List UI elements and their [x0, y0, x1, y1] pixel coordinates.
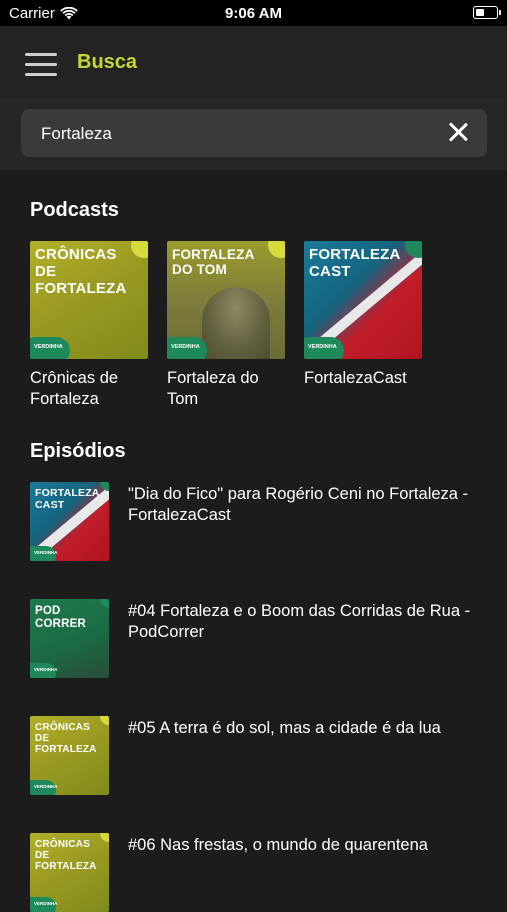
battery-fill — [476, 9, 484, 16]
nav-bar: Busca — [0, 26, 507, 98]
search-bar — [0, 98, 507, 170]
cover-title: FORTALEZA DO TOM — [172, 247, 255, 278]
cover-title: CRÔNICAS DE FORTALEZA — [35, 246, 127, 297]
clock: 9:06 AM — [225, 5, 282, 22]
podcasts-heading: Podcasts — [30, 199, 119, 221]
podcast-cover-image: CRÔNICAS DE FORTALEZA VERDINHA — [30, 241, 148, 359]
podcast-card[interactable]: FORTALEZA CAST VERDINHA FortalezaCast — [304, 241, 422, 389]
battery-icon — [473, 6, 501, 19]
cover-title: FORTALEZA CAST — [35, 487, 100, 511]
search-input[interactable] — [39, 109, 423, 159]
status-bar: Carrier 9:06 AM — [0, 0, 507, 26]
cover-brand: VERDINHA — [34, 901, 58, 906]
podcast-name: Fortaleza do Tom — [167, 369, 259, 408]
cover-brand: VERDINHA — [34, 550, 58, 555]
podcast-card[interactable]: CRÔNICAS DE FORTALEZA VERDINHA Crônicas … — [30, 241, 148, 410]
hamburger-menu-icon[interactable] — [25, 53, 57, 77]
episode-cover-image: FORTALEZA CAST VERDINHA — [30, 482, 109, 561]
cover-title: POD CORRER — [35, 605, 87, 630]
podcast-cover-image: FORTALEZA DO TOM VERDINHA — [167, 241, 285, 359]
podcast-name: Crônicas de Fortaleza — [30, 369, 119, 408]
cover-brand: VERDINHA — [171, 344, 200, 350]
cover-title: FORTALEZA CAST — [309, 246, 400, 280]
episode-cover-image: CRÔNICAS DE FORTALEZA VERDINHA — [30, 833, 109, 912]
search-field — [21, 109, 487, 159]
episode-title: "Dia do Fico" para Rogério Ceni no Forta… — [128, 485, 469, 524]
podcast-name: FortalezaCast — [304, 369, 407, 387]
cover-brand: VERDINHA — [308, 344, 337, 350]
cover-title: CRÔNICAS DE FORTALEZA — [35, 722, 97, 756]
cover-brand: VERDINHA — [34, 784, 58, 789]
episodes-heading: Episódios — [30, 440, 126, 462]
cover-brand: VERDINHA — [34, 344, 63, 350]
close-icon[interactable] — [447, 121, 469, 143]
cover-brand: VERDINHA — [34, 667, 58, 672]
episode-title: #05 A terra é do sol, mas a cidade é da … — [128, 719, 441, 737]
episode-cover-image: CRÔNICAS DE FORTALEZA VERDINHA — [30, 716, 109, 795]
podcast-cover-image: FORTALEZA CAST VERDINHA — [304, 241, 422, 359]
page-title: Busca — [77, 51, 138, 73]
episode-title: #06 Nas frestas, o mundo de quarentena — [128, 836, 428, 854]
episode-cover-image: POD CORRER VERDINHA — [30, 599, 109, 678]
cover-title: CRÔNICAS DE FORTALEZA — [35, 839, 97, 873]
episode-title: #04 Fortaleza e o Boom das Corridas de R… — [128, 602, 471, 641]
podcast-card[interactable]: FORTALEZA DO TOM VERDINHA Fortaleza do T… — [167, 241, 285, 410]
